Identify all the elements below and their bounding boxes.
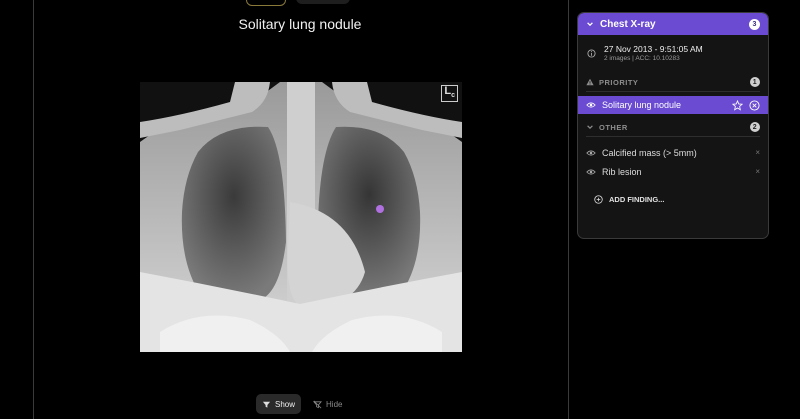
plus-circle-icon [594, 194, 603, 204]
add-finding-button[interactable]: ADD FINDING... [578, 189, 768, 209]
top-toolbar-button-2[interactable] [296, 0, 350, 4]
study-date: 27 Nov 2013 - 9:51:05 AM [604, 44, 703, 54]
info-icon [587, 49, 596, 58]
star-icon[interactable] [732, 99, 743, 111]
add-finding-label: ADD FINDING... [609, 194, 665, 204]
priority-count: 1 [750, 77, 760, 87]
study-meta: 2 images | ACC: 10.10283 [604, 55, 680, 62]
visibility-toggle: Show Hide [256, 394, 348, 414]
priority-label: PRIORITY [599, 77, 639, 87]
other-label: OTHER [599, 122, 628, 132]
eye-icon[interactable] [586, 149, 596, 157]
eye-icon[interactable] [586, 168, 596, 176]
hide-label: Hide [326, 399, 343, 409]
panel-title: Chest X-ray [600, 18, 656, 30]
finding-label: Calcified mass (> 5mm) [602, 147, 697, 158]
viewer-right-border [568, 0, 569, 419]
finding-item-rib-lesion[interactable]: Rib lesion × [578, 162, 768, 181]
xray-image[interactable]: Lc [140, 82, 462, 352]
priority-section-header[interactable]: PRIORITY 1 [578, 73, 768, 91]
nodule-marker[interactable] [376, 205, 384, 213]
warning-icon [586, 78, 594, 86]
viewer-left-border [33, 0, 34, 419]
other-section-header[interactable]: OTHER 2 [578, 118, 768, 136]
top-toolbar-button-1[interactable] [246, 0, 286, 6]
close-circle-icon[interactable] [749, 99, 760, 111]
other-count: 2 [750, 122, 760, 132]
finding-label: Solitary lung nodule [602, 100, 682, 110]
filter-icon [262, 401, 271, 408]
image-title: Solitary lung nodule [238, 16, 362, 32]
chevron-down-icon [587, 125, 593, 130]
remove-finding-button[interactable]: × [755, 148, 760, 157]
finding-item-calcified-mass[interactable]: Calcified mass (> 5mm) × [578, 143, 768, 162]
laterality-marker: Lc [441, 85, 458, 103]
show-label: Show [275, 399, 296, 409]
panel-header[interactable]: Chest X-ray 3 [578, 13, 768, 35]
study-info: 27 Nov 2013 - 9:51:05 AM 2 images | ACC:… [578, 35, 768, 73]
remove-finding-button[interactable]: × [755, 167, 760, 176]
filter-off-icon [313, 400, 322, 408]
chevron-down-icon [587, 22, 593, 27]
findings-count-badge: 3 [749, 18, 760, 30]
findings-panel: Chest X-ray 3 27 Nov 2013 - 9:51:05 AM 2… [577, 12, 769, 239]
show-button[interactable]: Show [256, 394, 302, 414]
section-divider [586, 91, 760, 92]
finding-label: Rib lesion [602, 166, 642, 177]
chest-xray-graphic [140, 82, 462, 352]
eye-icon[interactable] [586, 101, 596, 109]
active-pointer [577, 100, 578, 110]
finding-item-solitary-lung-nodule[interactable]: Solitary lung nodule [578, 96, 768, 114]
hide-button[interactable]: Hide [307, 394, 348, 414]
